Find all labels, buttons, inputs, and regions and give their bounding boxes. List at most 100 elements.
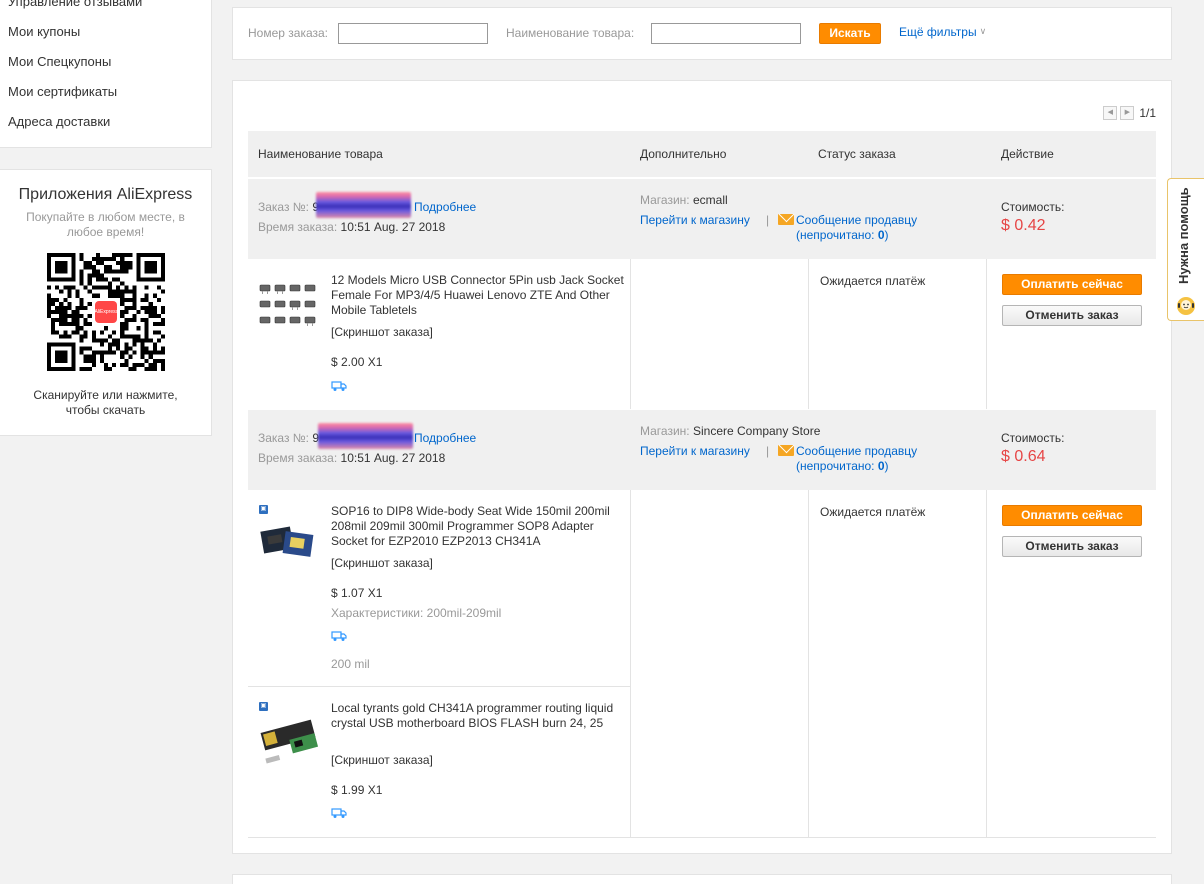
product-extra-note: 200 mil bbox=[331, 657, 370, 671]
column-divider bbox=[986, 259, 987, 409]
order-time-value: 10:51 Aug. 27 2018 bbox=[340, 451, 446, 465]
snapshot-badge-icon: ▣ bbox=[259, 702, 268, 711]
order-time-label: Время заказа: bbox=[258, 220, 338, 234]
app-promo: Приложения AliExpress Покупайте в любом … bbox=[0, 169, 212, 436]
order-details-link[interactable]: Подробнее bbox=[414, 431, 476, 445]
help-tab[interactable]: Нужна помощь bbox=[1167, 178, 1204, 321]
redacted-order-number bbox=[316, 192, 411, 218]
order-header: Заказ №: 93 Подробнее Время заказа: 10:5… bbox=[248, 410, 1156, 490]
snapshot-badge-icon: ▣ bbox=[259, 505, 268, 514]
order-number-label: Заказ №: bbox=[258, 431, 310, 445]
product-attributes: Характеристики: 200mil-209mil bbox=[331, 606, 502, 620]
product-image[interactable] bbox=[258, 279, 318, 339]
order-time-label: Время заказа: bbox=[258, 451, 338, 465]
order-number: Заказ №: 93 bbox=[258, 431, 326, 445]
support-agent-icon bbox=[1177, 297, 1195, 315]
pagination: ◀ ▶ 1/1 bbox=[1103, 106, 1156, 120]
order-header: Заказ №: 9 Подробнее Время заказа: 10:51… bbox=[248, 179, 1156, 259]
order-status: Ожидается платёж bbox=[820, 274, 926, 288]
order-time: Время заказа: 10:51 Aug. 27 2018 bbox=[258, 451, 445, 465]
truck-icon bbox=[331, 808, 347, 818]
column-header-extra: Дополнительно bbox=[640, 147, 727, 161]
order-snapshot-link[interactable]: [Скриншот заказа] bbox=[331, 325, 433, 339]
app-promo-title: Приложения AliExpress bbox=[18, 186, 193, 203]
separator: | bbox=[766, 444, 770, 458]
unread-count: 0 bbox=[877, 459, 885, 473]
aliexpress-logo-icon: AliExpress bbox=[92, 299, 119, 325]
store-name: Магазин: Sincere Company Store bbox=[640, 424, 820, 438]
unread-suffix: ) bbox=[884, 228, 889, 242]
separator: | bbox=[766, 213, 770, 227]
qr-logo-text: AliExpress bbox=[94, 301, 118, 323]
next-page-button[interactable]: ▶ bbox=[1120, 106, 1135, 120]
product-image[interactable] bbox=[258, 515, 318, 575]
unread-count: 0 bbox=[877, 228, 885, 242]
product-title-link[interactable]: Local tyrants gold CH341A programmer rou… bbox=[331, 701, 626, 731]
order-number-input[interactable] bbox=[338, 23, 488, 44]
unread-suffix: ) bbox=[884, 459, 889, 473]
pay-now-button[interactable]: Оплатить сейчас bbox=[1002, 274, 1142, 295]
store-value: ecmall bbox=[692, 193, 728, 207]
app-promo-subtitle: Покупайте в любом месте, в любое время! bbox=[26, 210, 185, 239]
order-snapshot-link[interactable]: [Скриншот заказа] bbox=[331, 556, 433, 570]
unread-prefix: (непрочитано: bbox=[796, 228, 875, 242]
cost-label: Стоимость: bbox=[1001, 431, 1065, 445]
store-label: Магазин: bbox=[640, 193, 690, 207]
product-title-link[interactable]: 12 Models Micro USB Connector 5Pin usb J… bbox=[331, 273, 626, 318]
message-seller-link[interactable]: Сообщение продавцу (непрочитано: 0) bbox=[796, 444, 917, 474]
envelope-icon bbox=[778, 445, 794, 456]
sidebar-menu: Управление отзывами Мои купоны Мои Спецк… bbox=[0, 0, 212, 148]
column-header-status: Статус заказа bbox=[818, 147, 896, 161]
product-title-link[interactable]: SOP16 to DIP8 Wide-body Seat Wide 150mil… bbox=[331, 504, 626, 549]
column-header-action: Действие bbox=[1001, 147, 1054, 161]
product-price: $ 1.99 X1 bbox=[331, 783, 383, 797]
truck-icon bbox=[331, 381, 347, 391]
chevron-down-icon: ∨ bbox=[979, 26, 987, 36]
go-to-store-link[interactable]: Перейти к магазину bbox=[640, 444, 750, 458]
order-snapshot-link[interactable]: [Скриншот заказа] bbox=[331, 753, 433, 767]
store-value: Sincere Company Store bbox=[692, 424, 821, 438]
order-bottom-divider bbox=[248, 837, 1156, 838]
search-button[interactable]: Искать bbox=[819, 23, 881, 44]
product-image[interactable] bbox=[258, 712, 318, 772]
more-filters-link[interactable]: Ещё фильтры ∨ bbox=[899, 25, 986, 39]
product-price: $ 2.00 X1 bbox=[331, 355, 383, 369]
truck-icon bbox=[331, 631, 347, 641]
unread-prefix: (непрочитано: bbox=[796, 459, 875, 473]
orders-panel: ◀ ▶ 1/1 Наименование товара Дополнительн… bbox=[232, 80, 1172, 854]
sidebar-item-reviews[interactable]: Управление отзывами bbox=[0, 0, 211, 17]
product-name-label: Наименование товара: bbox=[506, 26, 635, 40]
store-name: Магазин: ecmall bbox=[640, 193, 728, 207]
order-status: Ожидается платёж bbox=[820, 505, 926, 519]
go-to-store-link[interactable]: Перейти к магазину bbox=[640, 213, 750, 227]
order-details-link[interactable]: Подробнее bbox=[414, 200, 476, 214]
product-name-input[interactable] bbox=[651, 23, 801, 44]
cancel-order-button[interactable]: Отменить заказ bbox=[1002, 305, 1142, 326]
page-indicator: 1/1 bbox=[1139, 106, 1156, 120]
redacted-order-number bbox=[318, 423, 413, 449]
order-time: Время заказа: 10:51 Aug. 27 2018 bbox=[258, 220, 445, 234]
message-seller-label: Сообщение продавцу bbox=[796, 213, 918, 227]
product-price: $ 1.07 X1 bbox=[331, 586, 383, 600]
sidebar-item-addresses[interactable]: Адреса доставки bbox=[0, 107, 211, 137]
prev-page-button[interactable]: ◀ bbox=[1103, 106, 1118, 120]
cancel-order-button[interactable]: Отменить заказ bbox=[1002, 536, 1142, 557]
cost-label: Стоимость: bbox=[1001, 200, 1065, 214]
message-seller-link[interactable]: Сообщение продавцу (непрочитано: 0) bbox=[796, 213, 917, 243]
order-cost: $ 0.42 bbox=[1001, 217, 1046, 234]
store-label: Магазин: bbox=[640, 424, 690, 438]
pay-now-button[interactable]: Оплатить сейчас bbox=[1002, 505, 1142, 526]
sidebar-item-special-coupons[interactable]: Мои Спецкупоны bbox=[0, 47, 211, 77]
order-item: ▣ SOP16 to DIP8 Wide-body Seat Wide 150m… bbox=[248, 490, 626, 686]
sidebar-item-coupons[interactable]: Мои купоны bbox=[0, 17, 211, 47]
envelope-icon bbox=[778, 214, 794, 225]
sidebar-item-certificates[interactable]: Мои сертификаты bbox=[0, 77, 211, 107]
order-number: Заказ №: 9 bbox=[258, 200, 319, 214]
message-seller-label: Сообщение продавцу bbox=[796, 444, 918, 458]
more-filters-label: Ещё фильтры bbox=[899, 25, 977, 39]
app-promo-scan-text: Сканируйте или нажмите, чтобы скачать bbox=[33, 388, 178, 417]
qr-code[interactable]: AliExpress bbox=[46, 253, 165, 371]
order-item: 12 Models Micro USB Connector 5Pin usb J… bbox=[248, 259, 626, 409]
bottom-panel bbox=[232, 874, 1172, 884]
order-item: ▣ Local tyrants gold CH341A programmer r… bbox=[248, 687, 626, 837]
